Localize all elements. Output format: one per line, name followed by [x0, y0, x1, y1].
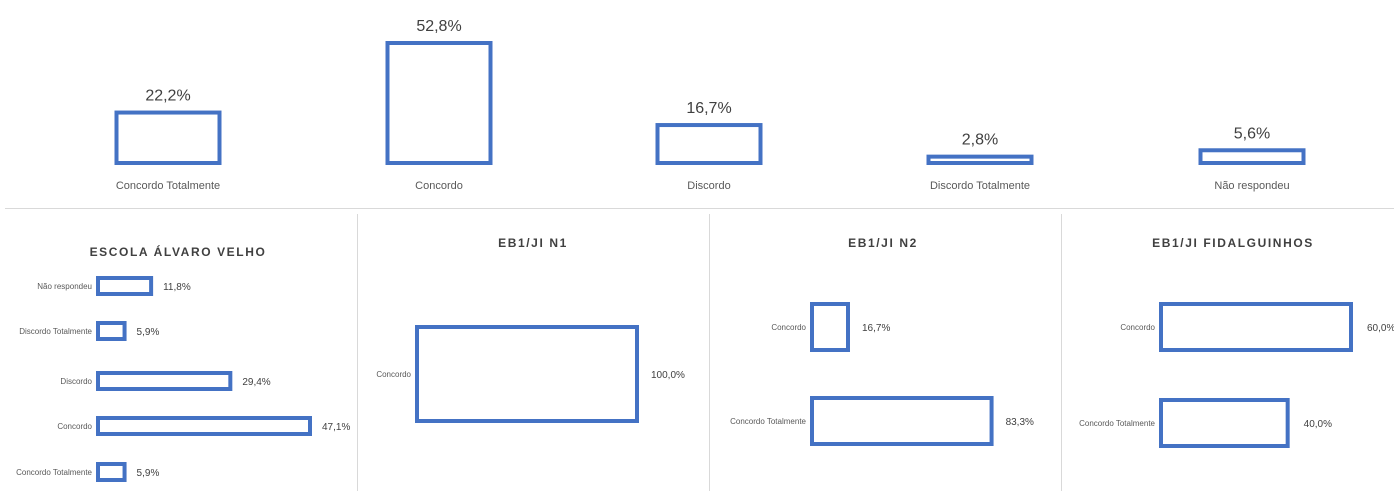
data-label: 11,8%	[163, 282, 191, 293]
data-label: 5,6%	[1234, 125, 1270, 142]
data-label: 29,4%	[242, 377, 270, 388]
category-label: Concordo	[415, 180, 463, 192]
data-label: 52,8%	[416, 18, 461, 35]
overall-bar-chart: 22,2% Concordo Totalmente 52,8% Concordo 16,…	[114, 18, 1306, 192]
category-label: Concordo	[771, 323, 806, 332]
eb1-ji-fidalguinhos-chart: Concordo 60,0% Concordo Totalmente 40,0%	[1079, 302, 1394, 448]
data-label: 16,7%	[862, 323, 890, 334]
bar	[96, 371, 233, 391]
category-label: Concordo Totalmente	[1079, 419, 1155, 428]
category-label: Concordo	[1120, 323, 1155, 332]
bar	[655, 123, 763, 165]
category-label: Discordo Totalmente	[930, 180, 1030, 192]
bar	[96, 416, 312, 436]
bar	[415, 325, 639, 423]
category-label: Concordo Totalmente	[116, 180, 220, 192]
bar	[385, 41, 493, 165]
data-label: 83,3%	[1006, 417, 1034, 428]
bar	[1198, 148, 1306, 165]
data-label: 22,2%	[145, 88, 190, 105]
data-label: 100,0%	[651, 370, 685, 381]
bar	[810, 302, 850, 352]
bar	[96, 321, 127, 341]
eb1-ji-n1-chart: Concordo 100,0%	[376, 325, 685, 423]
data-label: 60,0%	[1367, 323, 1394, 334]
bar	[96, 276, 154, 296]
bar	[1159, 398, 1290, 448]
horizontal-divider	[5, 208, 1394, 209]
bar	[810, 396, 994, 446]
category-label: Não respondeu	[37, 282, 92, 291]
escola-alvaro-velho-chart: Não respondeu 11,8% Discordo Totalmente 5,9…	[16, 276, 350, 482]
bar	[96, 462, 127, 482]
bar	[114, 110, 222, 165]
category-label: Discordo Totalmente	[19, 327, 92, 336]
data-label: 16,7%	[686, 100, 731, 117]
category-label: Discordo	[687, 180, 730, 192]
bar	[926, 154, 1034, 166]
category-label: Não respondeu	[1214, 180, 1289, 192]
category-label: Discordo	[60, 377, 92, 386]
category-label: Concordo	[57, 422, 92, 431]
data-label: 40,0%	[1304, 419, 1332, 430]
category-label: Concordo Totalmente	[16, 468, 92, 477]
category-label: Concordo	[376, 370, 411, 379]
data-label: 5,9%	[137, 327, 160, 338]
data-label: 2,8%	[962, 132, 998, 149]
eb1-ji-n2-chart: Concordo 16,7% Concordo Totalmente 83,3%	[730, 302, 1034, 446]
data-label: 5,9%	[137, 468, 160, 479]
bar	[1159, 302, 1353, 352]
category-label: Concordo Totalmente	[730, 417, 806, 426]
data-label: 47,1%	[322, 422, 350, 433]
